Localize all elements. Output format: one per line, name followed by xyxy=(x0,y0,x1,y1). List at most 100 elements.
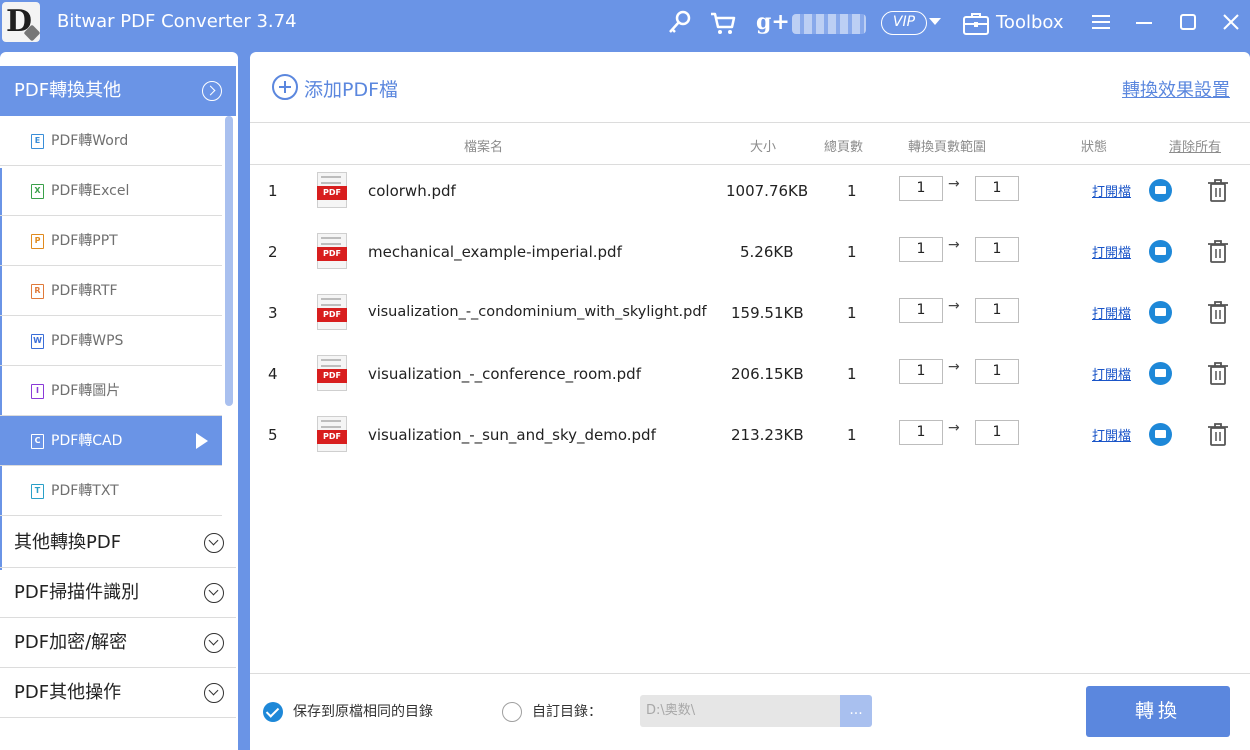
page-count: 1 xyxy=(847,243,857,261)
range-to-input[interactable]: 1 xyxy=(975,359,1019,384)
convert-button[interactable]: 轉換 xyxy=(1086,686,1230,737)
range-from-input[interactable]: 1 xyxy=(899,298,943,323)
sidebar-item-pdf-to-ppt[interactable]: P PDF轉PPT xyxy=(0,216,222,266)
category-label: PDF掃描件識別 xyxy=(14,582,140,603)
toolbox-label: Toolbox xyxy=(996,12,1064,33)
sidebar-category-other-to-pdf[interactable]: 其他轉換PDF xyxy=(0,518,236,568)
file-name: visualization_-_condominium_with_skyligh… xyxy=(368,304,707,320)
file-size: 213.23KB xyxy=(731,426,804,444)
trash-icon[interactable] xyxy=(1207,361,1229,385)
sidebar-item-pdf-to-excel[interactable]: X PDF轉Excel xyxy=(0,166,222,216)
sidebar-item-pdf-to-word[interactable]: E PDF轉Word xyxy=(0,116,222,166)
sidebar-item-label: PDF轉CAD xyxy=(51,433,123,449)
sidebar-item-pdf-to-wps[interactable]: W PDF轉WPS xyxy=(0,316,222,366)
sidebar-item-pdf-to-cad[interactable]: C PDF轉CAD xyxy=(0,416,222,466)
trash-icon[interactable] xyxy=(1207,239,1229,263)
trash-icon[interactable] xyxy=(1207,178,1229,202)
range-to-input[interactable]: 1 xyxy=(975,176,1019,201)
folder-icon[interactable] xyxy=(1149,179,1172,202)
arrow-right-icon: → xyxy=(948,420,960,436)
column-header-range: 轉換頁數範圍 xyxy=(908,140,987,155)
pdf-file-icon: PDF xyxy=(317,294,349,332)
conversion-settings-link[interactable]: 轉換效果設置 xyxy=(1122,76,1230,102)
chevron-right-circle-icon xyxy=(202,81,222,101)
range-from-input[interactable]: 1 xyxy=(899,176,943,201)
wps-file-icon: W xyxy=(31,334,44,349)
range-from-input[interactable]: 1 xyxy=(899,359,943,384)
app-title: Bitwar PDF Converter 3.74 xyxy=(57,11,297,32)
play-arrow-icon xyxy=(196,433,208,449)
sidebar-categories: 其他轉換PDF PDF掃描件識別 PDF加密/解密 PDF其他操作 xyxy=(0,518,236,718)
google-plus-icon[interactable]: g+ xyxy=(756,9,790,35)
folder-icon[interactable] xyxy=(1149,240,1172,263)
page-count: 1 xyxy=(847,426,857,444)
range-from-input[interactable]: 1 xyxy=(899,237,943,262)
sidebar-item-label: PDF轉Excel xyxy=(51,183,130,199)
main-panel: 添加PDF檔 轉換效果設置 檔案名 大小 總頁數 轉換頁數範圍 狀態 清除所有 … xyxy=(250,52,1250,750)
close-icon[interactable] xyxy=(1219,10,1245,36)
save-same-dir-checkbox[interactable] xyxy=(263,702,283,722)
category-label: PDF加密/解密 xyxy=(14,632,128,653)
sidebar-item-label: PDF轉WPS xyxy=(51,333,124,349)
trash-icon[interactable] xyxy=(1207,422,1229,446)
minimize-icon[interactable] xyxy=(1132,10,1158,36)
open-file-link[interactable]: 打開檔 xyxy=(1092,425,1131,444)
folder-icon[interactable] xyxy=(1149,301,1172,324)
sidebar-item-pdf-to-rtf[interactable]: R PDF轉RTF xyxy=(0,266,222,316)
title-bar: D Bitwar PDF Converter 3.74 g+ VIP Toolb… xyxy=(0,0,1250,48)
range-to-input[interactable]: 1 xyxy=(975,298,1019,323)
range-from-input[interactable]: 1 xyxy=(899,420,943,445)
range-to-input[interactable]: 1 xyxy=(975,237,1019,262)
sidebar-scroll-thumb[interactable] xyxy=(225,116,233,406)
category-label: PDF其他操作 xyxy=(14,682,122,703)
open-file-link[interactable]: 打開檔 xyxy=(1092,242,1131,261)
user-account[interactable] xyxy=(792,14,866,34)
sidebar-item-pdf-to-image[interactable]: I PDF轉圖片 xyxy=(0,366,222,416)
pdf-file-icon: PDF xyxy=(317,416,349,454)
sidebar-item-pdf-to-txt[interactable]: T PDF轉TXT xyxy=(0,466,222,516)
column-header-size: 大小 xyxy=(750,140,777,155)
row-index: 4 xyxy=(268,365,278,383)
key-icon[interactable] xyxy=(664,8,694,38)
folder-icon[interactable] xyxy=(1149,362,1172,385)
custom-dir-radio[interactable] xyxy=(502,702,522,722)
open-file-link[interactable]: 打開檔 xyxy=(1092,181,1131,200)
trash-icon[interactable] xyxy=(1207,300,1229,324)
add-pdf-label: 添加PDF檔 xyxy=(304,79,399,101)
folder-icon[interactable] xyxy=(1149,423,1172,446)
sidebar-header-label: PDF轉換其他 xyxy=(14,80,122,101)
file-size: 159.51KB xyxy=(731,304,804,322)
excel-file-icon: X xyxy=(31,184,44,199)
sidebar-item-label: PDF轉Word xyxy=(51,133,129,149)
sidebar-category-pdf-other[interactable]: PDF其他操作 xyxy=(0,668,236,718)
word-file-icon: E xyxy=(31,134,44,149)
cad-file-icon: C xyxy=(31,434,44,449)
table-row: 2 PDF mechanical_example-imperial.pdf 5.… xyxy=(250,223,1250,284)
table-row: 5 PDF visualization_-_sun_and_sky_demo.p… xyxy=(250,406,1250,467)
browse-button[interactable]: ... xyxy=(840,695,872,727)
sidebar-category-pdf-ocr[interactable]: PDF掃描件識別 xyxy=(0,568,236,618)
sidebar-header-pdf-to-other[interactable]: PDF轉換其他 xyxy=(0,66,236,116)
file-size: 206.15KB xyxy=(731,365,804,383)
table-header: 檔案名 大小 總頁數 轉換頁數範圍 狀態 清除所有 xyxy=(250,123,1250,165)
open-file-link[interactable]: 打開檔 xyxy=(1092,364,1131,383)
sidebar-category-pdf-encrypt[interactable]: PDF加密/解密 xyxy=(0,618,236,668)
chevron-down-icon[interactable] xyxy=(929,18,941,25)
toolbox-icon xyxy=(963,13,989,35)
row-index: 5 xyxy=(268,426,278,444)
range-to-input[interactable]: 1 xyxy=(975,420,1019,445)
sidebar-item-label: PDF轉TXT xyxy=(51,483,119,499)
menu-icon[interactable] xyxy=(1089,10,1115,36)
vip-badge[interactable]: VIP xyxy=(881,11,927,35)
open-file-link[interactable]: 打開檔 xyxy=(1092,303,1131,322)
clear-all-link[interactable]: 清除所有 xyxy=(1169,136,1221,155)
file-name: visualization_-_conference_room.pdf xyxy=(368,365,641,383)
sidebar-item-label: PDF轉RTF xyxy=(51,283,118,299)
maximize-icon[interactable] xyxy=(1176,10,1202,36)
sidebar-sublist: E PDF轉Word X PDF轉Excel P PDF轉PPT R PDF轉R… xyxy=(0,116,222,516)
column-header-status: 狀態 xyxy=(1081,140,1108,155)
ppt-file-icon: P xyxy=(31,234,44,249)
output-dir-input[interactable]: D:\奥数\ xyxy=(640,695,840,727)
cart-icon[interactable] xyxy=(708,8,738,38)
file-size: 1007.76KB xyxy=(726,182,809,200)
